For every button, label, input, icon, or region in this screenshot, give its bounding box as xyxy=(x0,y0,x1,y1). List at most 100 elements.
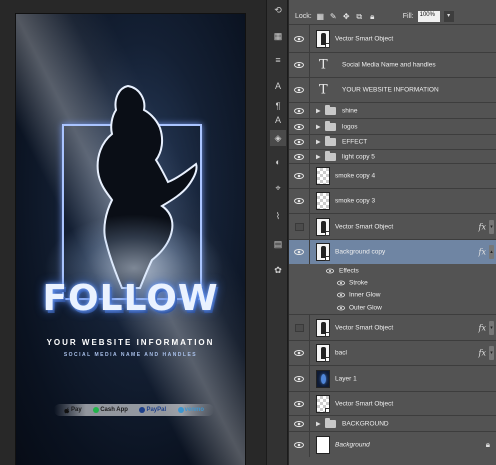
effect-row-outer-glow[interactable]: Outer Glow xyxy=(289,301,496,314)
fx-icon[interactable]: fx xyxy=(479,222,486,231)
lock-position-icon[interactable]: ✥ xyxy=(342,12,351,21)
layer-name[interactable]: logos xyxy=(342,123,358,130)
expand-arrow-icon[interactable]: ▶ xyxy=(316,107,321,114)
eye-icon[interactable] xyxy=(294,62,304,68)
layer-name[interactable]: shine xyxy=(342,107,358,114)
visibility-toggle[interactable] xyxy=(289,164,310,188)
layer-row[interactable]: Vector Smart Object xyxy=(289,24,496,52)
lock-transparent-pixels-icon[interactable]: ▦ xyxy=(316,12,325,21)
layer-group-row[interactable]: ▶ shine xyxy=(289,102,496,118)
lock-all-icon[interactable]: 🔒︎ xyxy=(368,12,377,21)
eye-icon[interactable] xyxy=(337,280,345,286)
fill-dropdown-arrow-icon[interactable]: ▾ xyxy=(443,10,454,22)
layer-name[interactable]: EFFECT xyxy=(342,139,367,146)
layer-name[interactable]: light copy 5 xyxy=(342,153,375,160)
visibility-toggle[interactable] xyxy=(289,214,310,239)
effect-name[interactable]: Outer Glow xyxy=(349,304,382,311)
eye-icon[interactable] xyxy=(294,107,304,114)
layer-row[interactable]: Vector Smart Object xyxy=(289,391,496,415)
eye-icon[interactable] xyxy=(294,400,304,407)
paths-icon[interactable]: ⌇ xyxy=(270,208,286,224)
effects-caret-icon[interactable]: ▾ xyxy=(489,346,494,360)
effects-caret-icon[interactable]: ▴ xyxy=(489,245,494,259)
effect-name[interactable]: Stroke xyxy=(349,280,368,287)
history-icon[interactable]: ⟲ xyxy=(270,2,286,18)
visibility-toggle[interactable] xyxy=(289,53,310,77)
visibility-toggle[interactable] xyxy=(289,78,310,102)
eye-icon[interactable] xyxy=(326,268,334,273)
expand-arrow-icon[interactable]: ▶ xyxy=(316,420,321,427)
layer-row[interactable]: T Social Media Name and handles xyxy=(289,52,496,77)
visibility-toggle[interactable] xyxy=(289,25,310,52)
expand-arrow-icon[interactable]: ▶ xyxy=(316,153,321,160)
effect-row-stroke[interactable]: Stroke xyxy=(289,277,496,289)
layer-group-row[interactable]: ▶ BACKGROUND xyxy=(289,415,496,431)
lock-image-pixels-icon[interactable]: ✎ xyxy=(329,12,338,21)
layer-row[interactable]: smoke copy 3 xyxy=(289,188,496,213)
visibility-toggle[interactable] xyxy=(289,341,310,365)
layer-group-row[interactable]: ▶ EFFECT xyxy=(289,134,496,149)
styles-icon[interactable]: ✿ xyxy=(270,262,286,278)
channels-icon[interactable]: ▤ xyxy=(270,236,286,252)
visibility-toggle[interactable] xyxy=(289,119,310,134)
layer-name[interactable]: Social Media Name and handles xyxy=(342,62,436,69)
eye-icon[interactable] xyxy=(294,375,304,382)
eye-icon[interactable] xyxy=(337,292,345,298)
eye-icon[interactable] xyxy=(294,87,304,93)
eye-icon[interactable] xyxy=(294,249,304,255)
layer-name[interactable]: Vector Smart Object xyxy=(335,35,393,42)
eye-icon[interactable] xyxy=(294,441,304,448)
eye-icon[interactable] xyxy=(294,350,304,356)
layer-name[interactable]: BACKGROUND xyxy=(342,420,389,427)
eye-icon[interactable] xyxy=(294,173,304,179)
adjustments-icon[interactable]: ≡ xyxy=(270,52,286,68)
layer-name[interactable]: bacl xyxy=(335,350,347,357)
layers-icon[interactable]: ◈ xyxy=(270,130,286,146)
visibility-toggle[interactable] xyxy=(289,315,310,340)
layer-row[interactable]: Vector Smart Object fx ▾ xyxy=(289,314,496,340)
visibility-toggle[interactable] xyxy=(289,135,310,149)
layer-row[interactable]: Vector Smart Object fx ▾ xyxy=(289,213,496,239)
effect-name[interactable]: Inner Glow xyxy=(349,292,380,299)
layer-name[interactable]: YOUR WEBSITE INFORMATION xyxy=(342,87,439,94)
visibility-toggle[interactable] xyxy=(289,150,310,163)
navigator-icon[interactable]: ⌖ xyxy=(270,180,286,196)
expand-arrow-icon[interactable]: ▶ xyxy=(316,139,321,146)
visibility-toggle[interactable] xyxy=(289,366,310,391)
document-canvas-area[interactable]: FOLLOW YOUR WEBSITE INFORMATION SOCIAL M… xyxy=(0,0,266,465)
visibility-toggle[interactable] xyxy=(289,432,310,457)
eye-icon[interactable] xyxy=(294,198,304,204)
layer-row[interactable]: bacl fx ▾ xyxy=(289,340,496,365)
layer-group-row[interactable]: ▶ logos xyxy=(289,118,496,134)
layer-row[interactable]: smoke copy 4 xyxy=(289,163,496,188)
visibility-toggle[interactable] xyxy=(289,240,310,264)
layer-row[interactable]: T YOUR WEBSITE INFORMATION xyxy=(289,77,496,102)
layer-name[interactable]: Background xyxy=(335,441,370,448)
color-icon[interactable]: ◐ xyxy=(270,154,286,170)
visibility-toggle[interactable] xyxy=(289,189,310,213)
layer-name[interactable]: Vector Smart Object xyxy=(335,223,393,230)
eye-icon[interactable] xyxy=(337,305,345,310)
effects-header-row[interactable]: Effects xyxy=(289,264,496,277)
layer-group-row[interactable]: ▶ light copy 5 xyxy=(289,149,496,163)
layer-name[interactable]: Vector Smart Object xyxy=(335,324,393,331)
character-icon[interactable]: A xyxy=(270,78,286,94)
layer-name[interactable]: smoke copy 4 xyxy=(335,173,375,180)
layer-name[interactable]: smoke copy 3 xyxy=(335,198,375,205)
lock-artboard-icon[interactable]: ⧉ xyxy=(355,12,364,21)
effects-caret-icon[interactable]: ▾ xyxy=(489,320,494,335)
artwork-canvas[interactable]: FOLLOW YOUR WEBSITE INFORMATION SOCIAL M… xyxy=(16,14,245,465)
layer-name[interactable]: Layer 1 xyxy=(335,375,357,382)
fx-icon[interactable]: fx xyxy=(479,248,486,257)
swatches-icon[interactable]: ▦ xyxy=(270,28,286,44)
eye-icon[interactable] xyxy=(294,123,304,130)
layer-row[interactable]: Background 🔒︎ xyxy=(289,431,496,457)
type-tool-icon[interactable]: A xyxy=(270,112,286,128)
visibility-toggle[interactable] xyxy=(289,103,310,118)
effects-caret-icon[interactable]: ▾ xyxy=(489,219,494,234)
fx-icon[interactable]: fx xyxy=(479,349,486,358)
layer-name[interactable]: Background copy xyxy=(335,249,385,256)
visibility-toggle[interactable] xyxy=(289,416,310,431)
hidden-visibility-box[interactable] xyxy=(294,323,304,332)
eye-icon[interactable] xyxy=(294,35,304,42)
